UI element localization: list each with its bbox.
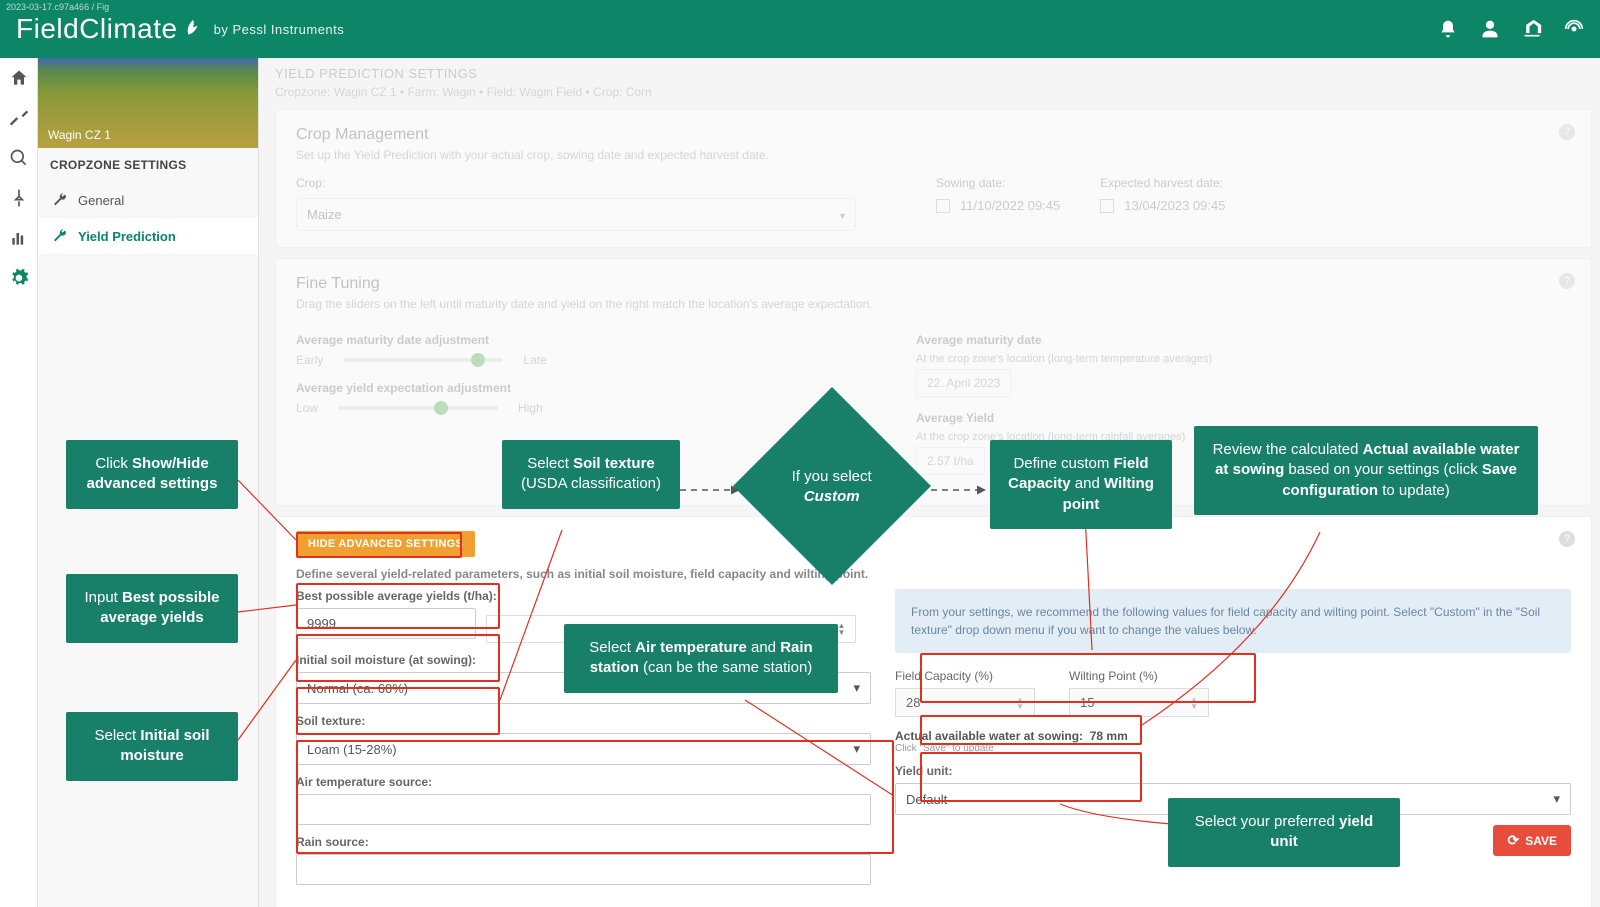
recommendation-info: From your settings, we recommend the fol… [895, 589, 1571, 653]
cropzone-name: Wagin CZ 1 [48, 128, 111, 142]
harvest-label: Expected harvest date: [1100, 176, 1225, 190]
maturity-date-title: Average maturity date [916, 333, 1212, 347]
app-logo: FieldClimate by Pessl Instruments [16, 13, 344, 45]
help-icon[interactable]: ? [1559, 124, 1575, 140]
slider-max-label: High [518, 401, 543, 415]
cropzone-thumbnail[interactable]: Wagin CZ 1 [38, 58, 258, 148]
wilting-point-label: Wilting Point (%) [1069, 669, 1209, 683]
slider-max-label: Late [523, 353, 546, 367]
user-icon[interactable] [1480, 19, 1500, 39]
sidebar-item-label: Yield Prediction [78, 229, 176, 244]
sowing-label: Sowing date: [936, 176, 1060, 190]
wrench-icon [52, 192, 68, 208]
crop-value: Maize [307, 207, 342, 222]
advanced-desc: Define several yield-related parameters,… [296, 567, 1571, 581]
chart-icon[interactable] [9, 228, 29, 248]
yield-adj-label: Average yield expectation adjustment [296, 381, 856, 395]
yu-value: Default [906, 792, 947, 807]
pin-icon[interactable] [9, 188, 29, 208]
build-tag: 2023-03-17.c97a466 / Fig [6, 2, 109, 12]
bell-icon[interactable] [1438, 19, 1458, 39]
card-subtitle: Drag the sliders on the left until matur… [296, 297, 1571, 311]
gear-icon[interactable] [9, 268, 29, 288]
save-hint: Click "Save" to update [895, 743, 1571, 754]
wrench-icon [52, 228, 68, 244]
soil-texture-label: Soil texture: [296, 714, 871, 728]
sidebar-item-general[interactable]: General [38, 182, 258, 218]
maturity-slider[interactable] [343, 358, 503, 362]
left-rail [0, 58, 38, 907]
callout-ism: Select Initial soil moisture [66, 712, 238, 781]
card-subtitle: Set up the Yield Prediction with your ac… [296, 148, 1571, 162]
maturity-date-value: 22. April 2023 [916, 369, 1011, 397]
crop-select[interactable]: Maize [296, 198, 856, 231]
wp-value: 15 [1080, 695, 1094, 710]
sidebar-section-title: CROPZONE SETTINGS [38, 148, 258, 182]
air-source-input[interactable] [296, 794, 871, 825]
actual-available-water: Actual available water at sowing: 78 mm [895, 729, 1571, 743]
wilting-point-input[interactable]: 15▲▼ [1069, 688, 1209, 717]
harvest-date-field[interactable]: 13/04/2023 09:45 [1100, 198, 1225, 213]
globe-search-icon[interactable] [9, 148, 29, 168]
rain-source-label: Rain source: [296, 835, 871, 849]
help-icon[interactable]: ? [1559, 273, 1575, 289]
breadcrumb: Cropzone: Wagin CZ 1 • Farm: Wagin • Fie… [275, 85, 1592, 99]
avg-yield-title: Average Yield [916, 411, 1212, 425]
calendar-icon [1100, 199, 1114, 213]
leaf-icon [182, 18, 204, 40]
callout-best-yields: Input Best possible average yields [66, 574, 238, 643]
home-icon[interactable] [9, 68, 29, 88]
callout-sources: Select Air temperature and Rain station … [564, 624, 838, 693]
broadcast-icon[interactable] [1564, 19, 1584, 39]
calendar-icon [936, 199, 950, 213]
hide-advanced-button[interactable]: HIDE ADVANCED SETTINGS [296, 531, 475, 557]
callout-aaw: Review the calculated Actual available w… [1194, 426, 1538, 515]
harvest-value: 13/04/2023 09:45 [1124, 198, 1225, 213]
maturity-date-sub: At the crop zone's location (long-term t… [916, 353, 1212, 365]
sowing-value: 11/10/2022 09:45 [960, 198, 1060, 213]
card-title: Fine Tuning [296, 275, 1571, 293]
brand-name: FieldClimate [16, 13, 178, 45]
field-capacity-label: Field Capacity (%) [895, 669, 1035, 683]
save-button[interactable]: SAVE [1493, 825, 1571, 856]
header-actions [1438, 19, 1584, 39]
tools-icon[interactable] [9, 108, 29, 128]
crop-label: Crop: [296, 176, 896, 190]
best-yields-input[interactable] [296, 608, 476, 639]
soil-texture-select[interactable]: Loam (15-28%)▾ [296, 733, 871, 765]
callout-advanced: Click Show/Hide advanced settings [66, 440, 238, 509]
maturity-adj-label: Average maturity date adjustment [296, 333, 856, 347]
yield-slider[interactable] [338, 406, 498, 410]
app-header: 2023-03-17.c97a466 / Fig FieldClimate by… [0, 0, 1600, 58]
callout-yield-unit: Select your preferred yield unit [1168, 798, 1400, 867]
help-icon[interactable]: ? [1559, 531, 1575, 547]
card-title: Crop Management [296, 126, 1571, 144]
air-source-label: Air temperature source: [296, 775, 871, 789]
slider-min-label: Early [296, 353, 323, 367]
callout-fc-wp: Define custom Field Capacity and Wilting… [990, 440, 1172, 529]
page-title: YIELD PREDICTION SETTINGS [275, 66, 1592, 81]
sidebar-item-yield-prediction[interactable]: Yield Prediction [38, 218, 258, 254]
sowing-date-field[interactable]: 11/10/2022 09:45 [936, 198, 1060, 213]
field-capacity-input[interactable]: 28▲▼ [895, 688, 1035, 717]
fc-value: 28 [906, 695, 920, 710]
soil-value: Loam (15-28%) [307, 742, 397, 757]
callout-soil-texture: Select Soil texture (USDA classification… [502, 440, 680, 509]
brand-sub: by Pessl Instruments [214, 22, 345, 37]
avg-yield-value: 2.57 t/ha [916, 447, 985, 475]
sidebar-item-label: General [78, 193, 124, 208]
best-yields-label: Best possible average yields (t/ha): [296, 589, 871, 603]
farm-icon[interactable] [1522, 19, 1542, 39]
crop-management-card: ? Crop Management Set up the Yield Predi… [275, 109, 1592, 248]
slider-min-label: Low [296, 401, 318, 415]
rain-source-input[interactable] [296, 854, 871, 885]
yield-unit-label: Yield unit: [895, 764, 1571, 778]
